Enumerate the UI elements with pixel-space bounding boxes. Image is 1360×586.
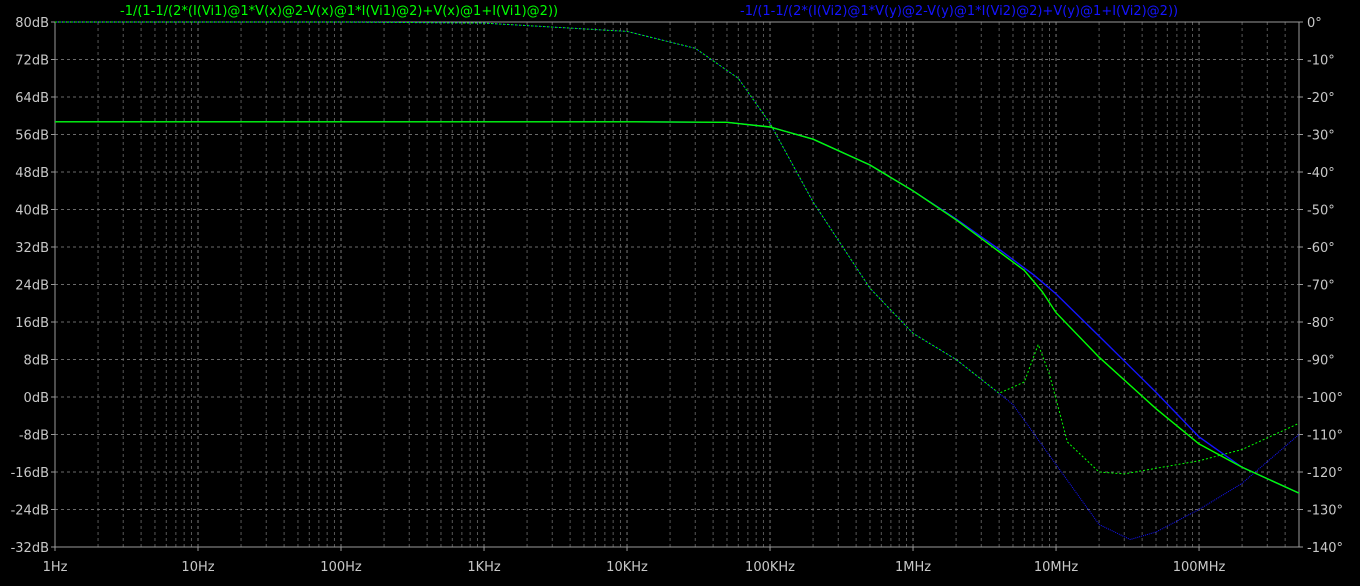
x-tick-label: 1KHz	[467, 560, 501, 575]
right-tick-label: -20°	[1307, 91, 1335, 106]
right-tick-label: -120°	[1307, 466, 1343, 481]
right-tick-label: -90°	[1307, 354, 1335, 369]
left-tick-label: 80dB	[15, 16, 49, 31]
left-tick-label: 8dB	[24, 354, 49, 369]
right-tick-label: -130°	[1307, 504, 1343, 519]
right-tick-label: -40°	[1307, 166, 1335, 181]
x-tick-label: 100MHz	[1173, 560, 1226, 575]
right-tick-label: -80°	[1307, 316, 1335, 331]
right-tick-label: -50°	[1307, 204, 1335, 219]
left-tick-label: 16dB	[15, 316, 49, 331]
x-tick-label: 1MHz	[895, 560, 931, 575]
left-tick-label: 48dB	[15, 166, 49, 181]
right-tick-label: -110°	[1307, 429, 1343, 444]
left-tick-label: 64dB	[15, 91, 49, 106]
right-tick-label: -70°	[1307, 279, 1335, 294]
right-tick-label: 0°	[1307, 16, 1322, 31]
x-tick-label: 10MHz	[1034, 560, 1079, 575]
right-tick-label: -100°	[1307, 391, 1343, 406]
x-tick-label: 1Hz	[43, 560, 68, 575]
x-tick-label: 100KHz	[745, 560, 795, 575]
x-tick-label: 10Hz	[181, 560, 214, 575]
left-tick-label: 32dB	[15, 241, 49, 256]
left-tick-label: 0dB	[24, 391, 49, 406]
right-tick-label: -60°	[1307, 241, 1335, 256]
left-tick-label: 56dB	[15, 129, 49, 144]
right-tick-label: -10°	[1307, 54, 1335, 69]
legend-series-2: -1/(1-1/(2*(I(Vi2)@1*V(y)@2-V(y)@1*I(Vi2…	[740, 4, 1178, 19]
x-tick-label: 100Hz	[320, 560, 362, 575]
left-tick-label: 72dB	[15, 54, 49, 69]
right-tick-label: -30°	[1307, 129, 1335, 144]
left-tick-label: -8dB	[19, 429, 49, 444]
left-tick-label: -24dB	[11, 504, 49, 519]
left-tick-label: 24dB	[15, 279, 49, 294]
bode-plot: 1Hz 10Hz 100Hz 1KHz 10KHz 100KHz 1MHz 10MHz 100M…	[0, 0, 1360, 586]
right-tick-label: -140°	[1307, 541, 1343, 556]
left-tick-label: -16dB	[11, 466, 49, 481]
legend-series-1: -1/(1-1/(2*(I(Vi1)@1*V(x)@2-V(x)@1*I(Vi1…	[120, 4, 558, 19]
left-tick-label: 40dB	[15, 204, 49, 219]
left-tick-label: -32dB	[11, 541, 49, 556]
x-tick-label: 10KHz	[606, 560, 648, 575]
left-axis-tick-labels: 80dB 72dB 64dB 56dB 48dB 40dB 32dB 24dB 16dB 8dB 0…	[11, 16, 55, 556]
